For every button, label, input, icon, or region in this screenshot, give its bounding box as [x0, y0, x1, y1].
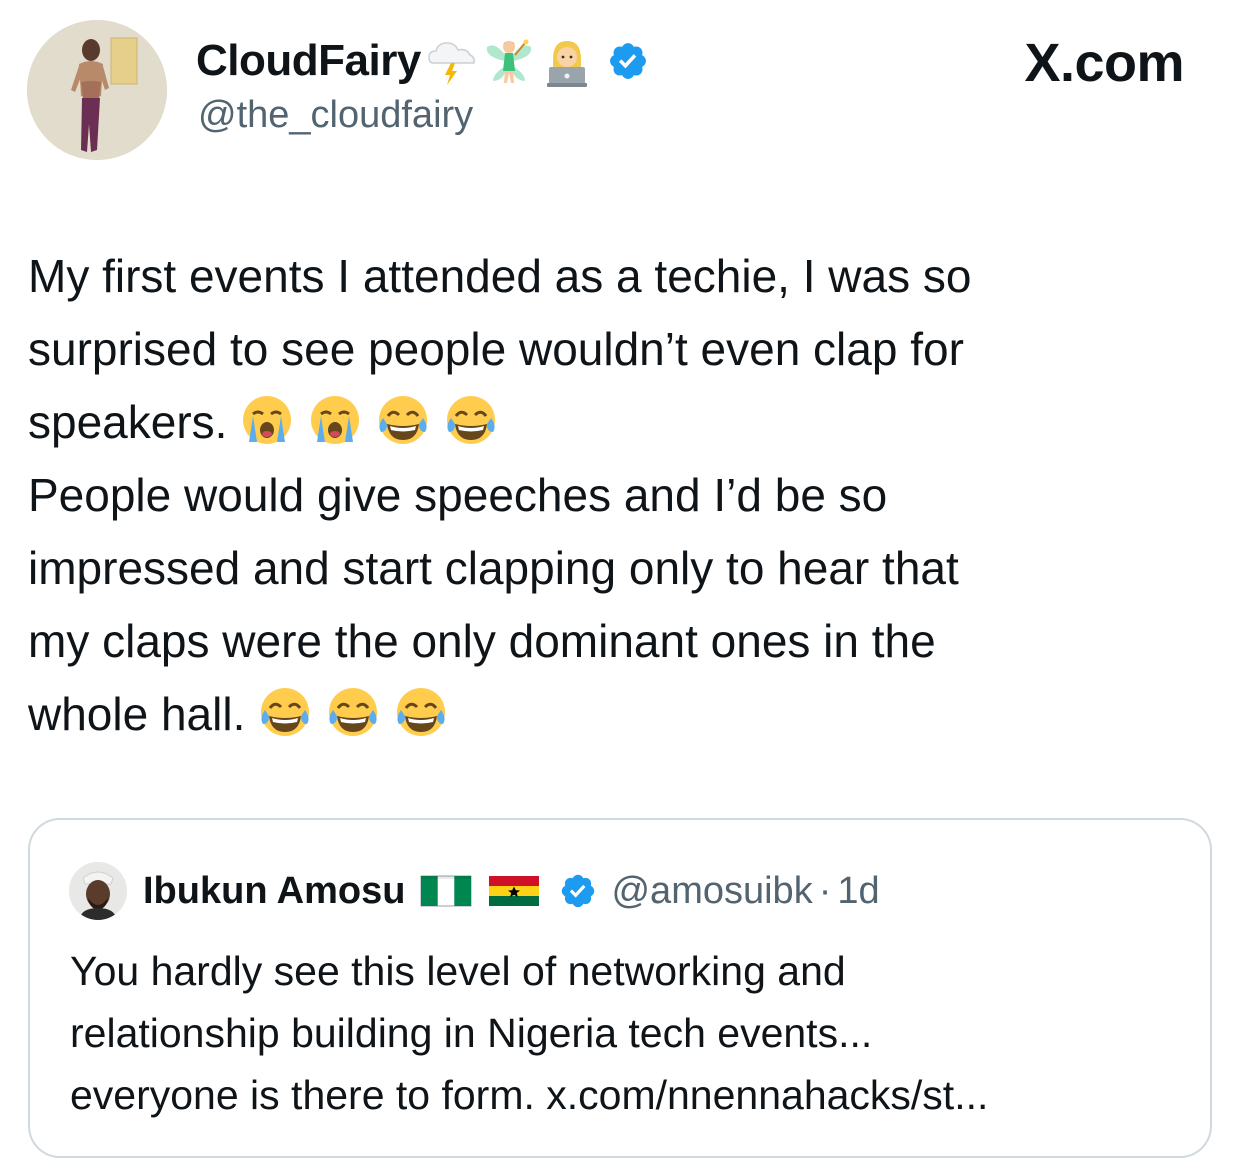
quoted-tweet-text: You hardly see this level of networking …: [70, 940, 1190, 1126]
ghana-flag-icon: [487, 874, 541, 908]
author-display-name[interactable]: CloudFairy: [196, 36, 421, 86]
meta-separator: ·: [818, 869, 832, 912]
tweet-line: My first events I attended as a techie, …: [28, 250, 972, 302]
tears-of-joy-icon: [443, 392, 499, 448]
quoted-author-name[interactable]: Ibukun Amosu: [143, 870, 405, 913]
tweet-line-with-emojis: whole hall.: [28, 678, 1218, 751]
quoted-tweet-card[interactable]: Ibukun Amosu @amosuibk · 1d You hardly s…: [28, 818, 1212, 1158]
author-handle[interactable]: @the_cloudfairy: [198, 94, 473, 137]
brand-watermark: X.com: [1024, 33, 1184, 93]
verified-badge-icon: [607, 40, 649, 82]
nigeria-flag-icon: [419, 874, 473, 908]
author-name-row: CloudFairy: [196, 33, 649, 89]
tears-of-joy-icon: [325, 684, 381, 740]
tweet-line-text: whole hall.: [28, 688, 246, 740]
tweet-line: surprised to see people wouldn’t even cl…: [28, 323, 964, 375]
fairy-icon: [481, 33, 537, 89]
tweet-line-with-emojis: speakers.: [28, 386, 1218, 459]
author-avatar[interactable]: [27, 20, 167, 160]
crying-face-icon: [239, 392, 295, 448]
tweet-line: impressed and start clapping only to hea…: [28, 542, 959, 594]
tears-of-joy-icon: [393, 684, 449, 740]
quoted-tweet-line: relationship building in Nigeria tech ev…: [70, 1010, 873, 1056]
cloud-lightning-icon: [423, 33, 479, 89]
tweet-line: People would give speeches and I’d be so: [28, 469, 888, 521]
quoted-author-avatar[interactable]: [69, 862, 127, 920]
tweet-line-text: speakers.: [28, 396, 228, 448]
quoted-tweet-line: You hardly see this level of networking …: [70, 948, 846, 994]
technologist-icon: [539, 33, 595, 89]
quoted-tweet-header: Ibukun Amosu @amosuibk · 1d: [69, 862, 880, 920]
crying-face-icon: [307, 392, 363, 448]
quoted-author-handle[interactable]: @amosuibk: [611, 870, 812, 913]
tweet-text: My first events I attended as a techie, …: [28, 240, 1218, 751]
verified-badge-icon: [559, 872, 597, 910]
quoted-tweet-line: everyone is there to form. x.com/nnennah…: [70, 1072, 989, 1118]
tweet-line: my claps were the only dominant ones in …: [28, 615, 936, 667]
quoted-tweet-timestamp[interactable]: 1d: [837, 870, 879, 913]
tears-of-joy-icon: [257, 684, 313, 740]
tears-of-joy-icon: [375, 392, 431, 448]
